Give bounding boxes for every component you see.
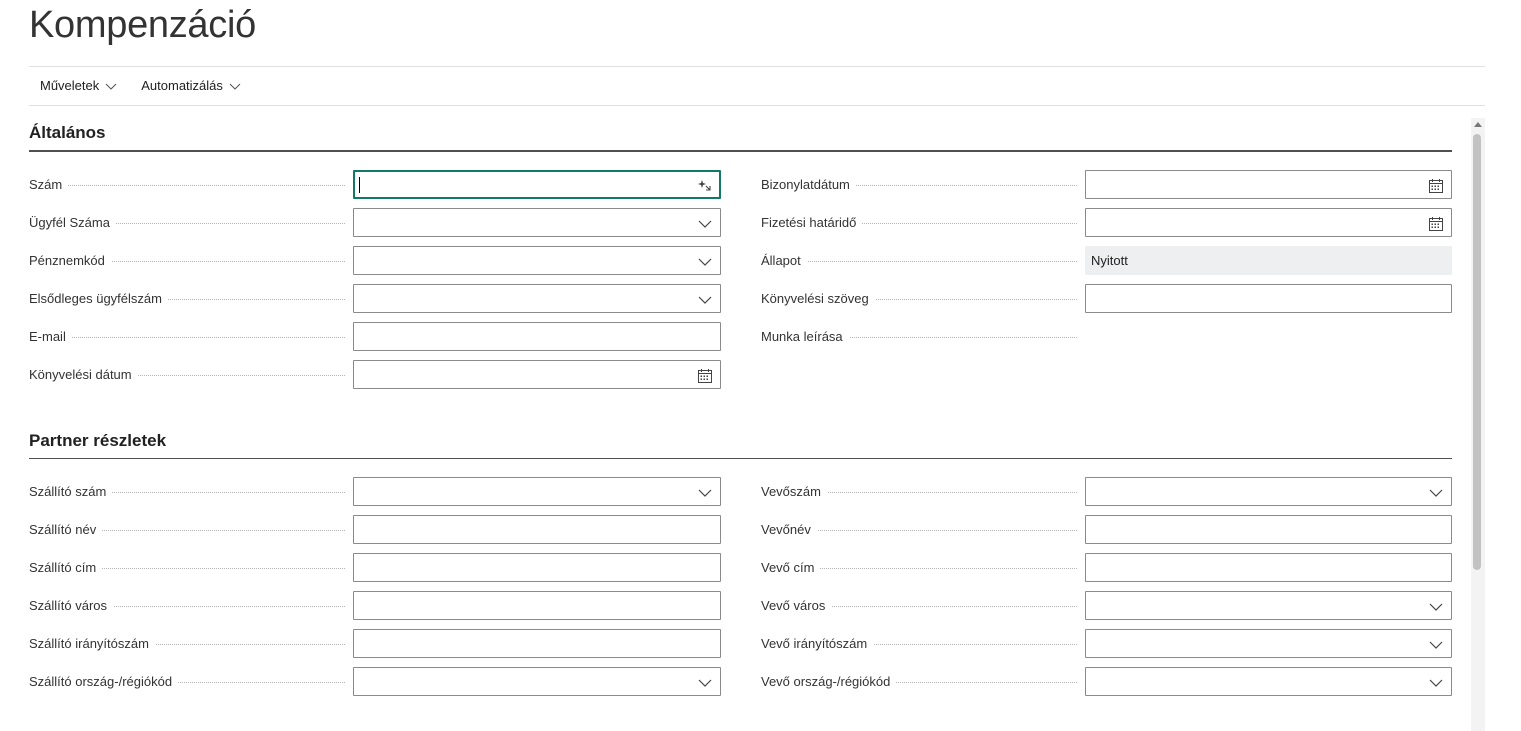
- assist-edit-icon[interactable]: [697, 178, 713, 194]
- section-divider-partner: [29, 458, 1452, 459]
- field-label-vevo-varos: Vevő város: [761, 598, 832, 613]
- field-label-szallito-orszag-regiokod: Szállító ország-/régiókód: [29, 674, 179, 689]
- calendar-icon[interactable]: [697, 368, 713, 384]
- calendar-icon[interactable]: [1428, 216, 1444, 232]
- field-value-allapot: Nyitott: [1091, 253, 1128, 268]
- field-input-szallito-iranyitoszam[interactable]: [353, 629, 721, 658]
- field-label-szallito-iranyitoszam: Szállító irányítószám: [29, 636, 155, 651]
- field-label-penznemkod: Pénznemkód: [29, 253, 111, 268]
- scroll-up-arrow-icon[interactable]: [1473, 120, 1483, 130]
- page-title: Kompenzáció: [29, 4, 256, 46]
- field-label-vevo-orszag-regiokod: Vevő ország-/régiókód: [761, 674, 897, 689]
- field-input-szallito-varos[interactable]: [353, 591, 721, 620]
- field-input-vevonev[interactable]: [1085, 515, 1452, 544]
- field-label-konyvelesi-szoveg: Könyvelési szöveg: [761, 291, 875, 306]
- field-input-vevoszam[interactable]: [1085, 477, 1452, 506]
- chevron-down-icon[interactable]: [697, 254, 713, 270]
- field-label-fizetesi-hatarido: Fizetési határidő: [761, 215, 863, 230]
- field-input-szallito-szam[interactable]: [353, 477, 721, 506]
- field-label-szallito-cim: Szállító cím: [29, 560, 103, 575]
- field-leader-dots: [29, 185, 345, 186]
- field-input-vevo-cim[interactable]: [1085, 553, 1452, 582]
- chevron-down-icon[interactable]: [697, 292, 713, 308]
- field-label-konyvelesi-datum: Könyvelési dátum: [29, 367, 138, 382]
- field-leader-dots: [29, 337, 345, 338]
- chevron-down-icon[interactable]: [697, 675, 713, 691]
- field-input-ugyfel-szama[interactable]: [353, 208, 721, 237]
- actions-menu-label: Műveletek: [40, 78, 100, 93]
- scrollbar-thumb[interactable]: [1473, 134, 1481, 570]
- field-input-szallito-orszag-regiokod[interactable]: [353, 667, 721, 696]
- chevron-down-icon[interactable]: [697, 485, 713, 501]
- field-label-e-mail: E-mail: [29, 329, 72, 344]
- field-input-allapot: Nyitott: [1085, 246, 1452, 275]
- field-label-vevoszam: Vevőszám: [761, 484, 827, 499]
- field-input-bizonylatdatum[interactable]: [1085, 170, 1452, 199]
- field-label-szallito-varos: Szállító város: [29, 598, 114, 613]
- actions-menu-button[interactable]: Műveletek: [40, 78, 117, 93]
- field-input-elsodleges-ugyfelszam[interactable]: [353, 284, 721, 313]
- chevron-down-icon[interactable]: [1428, 637, 1444, 653]
- text-cursor: [359, 176, 360, 193]
- field-input-vevo-varos[interactable]: [1085, 591, 1452, 620]
- chevron-down-icon[interactable]: [1428, 675, 1444, 691]
- automation-menu-button[interactable]: Automatizálás: [141, 78, 241, 93]
- action-bar-divider: [29, 105, 1485, 106]
- section-title-partner[interactable]: Partner részletek: [29, 431, 166, 451]
- field-label-vevo-iranyitoszam: Vevő irányítószám: [761, 636, 874, 651]
- chevron-down-icon: [229, 83, 241, 90]
- field-input-e-mail[interactable]: [353, 322, 721, 351]
- field-label-munka-leirasa: Munka leírása: [761, 329, 849, 344]
- field-label-szallito-nev: Szállító név: [29, 522, 103, 537]
- field-input-konyvelesi-szoveg[interactable]: [1085, 284, 1452, 313]
- chevron-down-icon[interactable]: [1428, 485, 1444, 501]
- field-label-szam: Szám: [29, 177, 69, 192]
- field-input-penznemkod[interactable]: [353, 246, 721, 275]
- chevron-down-icon[interactable]: [697, 216, 713, 232]
- chevron-down-icon: [105, 83, 117, 90]
- action-bar: Műveletek Automatizálás: [40, 78, 265, 93]
- field-input-vevo-iranyitoszam[interactable]: [1085, 629, 1452, 658]
- calendar-icon[interactable]: [1428, 178, 1444, 194]
- field-input-szallito-cim[interactable]: [353, 553, 721, 582]
- automation-menu-label: Automatizálás: [141, 78, 223, 93]
- field-label-bizonylatdatum: Bizonylatdátum: [761, 177, 856, 192]
- field-label-elsodleges-ugyfelszam: Elsődleges ügyfélszám: [29, 291, 168, 306]
- field-label-allapot: Állapot: [761, 253, 807, 268]
- section-title-general[interactable]: Általános: [29, 123, 106, 143]
- field-leader-dots: [761, 261, 1077, 262]
- field-input-szam[interactable]: [353, 170, 721, 199]
- section-divider-general: [29, 150, 1452, 152]
- chevron-down-icon[interactable]: [1428, 599, 1444, 615]
- field-label-vevo-cim: Vevő cím: [761, 560, 821, 575]
- field-label-szallito-szam: Szállító szám: [29, 484, 113, 499]
- field-input-konyvelesi-datum[interactable]: [353, 360, 721, 389]
- field-label-ugyfel-szama: Ügyfél Száma: [29, 215, 116, 230]
- field-input-vevo-orszag-regiokod[interactable]: [1085, 667, 1452, 696]
- field-label-vevonev: Vevőnév: [761, 522, 817, 537]
- title-divider: [29, 66, 1485, 67]
- field-input-szallito-nev[interactable]: [353, 515, 721, 544]
- field-input-fizetesi-hatarido[interactable]: [1085, 208, 1452, 237]
